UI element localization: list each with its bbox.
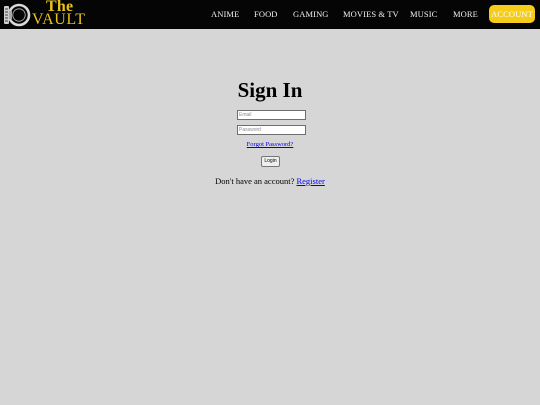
nav-link-music[interactable]: MUSIC bbox=[410, 9, 437, 19]
vault-door-icon bbox=[4, 3, 31, 27]
site-logo[interactable]: The VAULT bbox=[3, 0, 93, 28]
forgot-password-link[interactable]: Forgot Password? bbox=[0, 141, 540, 149]
nav-link-movies-tv[interactable]: MOVIES & TV bbox=[343, 9, 399, 19]
nav-link-food[interactable]: FOOD bbox=[254, 9, 278, 19]
nav-link-more[interactable]: MORE bbox=[453, 9, 478, 19]
email-input[interactable] bbox=[237, 110, 306, 120]
password-input[interactable] bbox=[237, 125, 306, 135]
account-button[interactable]: ACCOUNT bbox=[489, 5, 535, 23]
register-prompt: Don't have an account? Register bbox=[0, 176, 540, 186]
register-link[interactable]: Register bbox=[296, 176, 324, 186]
nav-link-gaming[interactable]: GAMING bbox=[293, 9, 329, 19]
login-button[interactable]: Login bbox=[261, 156, 280, 167]
no-account-text: Don't have an account? bbox=[215, 176, 295, 186]
signin-title: Sign In bbox=[237, 78, 303, 102]
nav-link-anime[interactable]: ANIME bbox=[211, 9, 239, 19]
top-navbar: The VAULT ANIME FOOD GAMING MOVIES & TV … bbox=[0, 0, 540, 29]
logo-text-vault: VAULT bbox=[32, 11, 86, 28]
